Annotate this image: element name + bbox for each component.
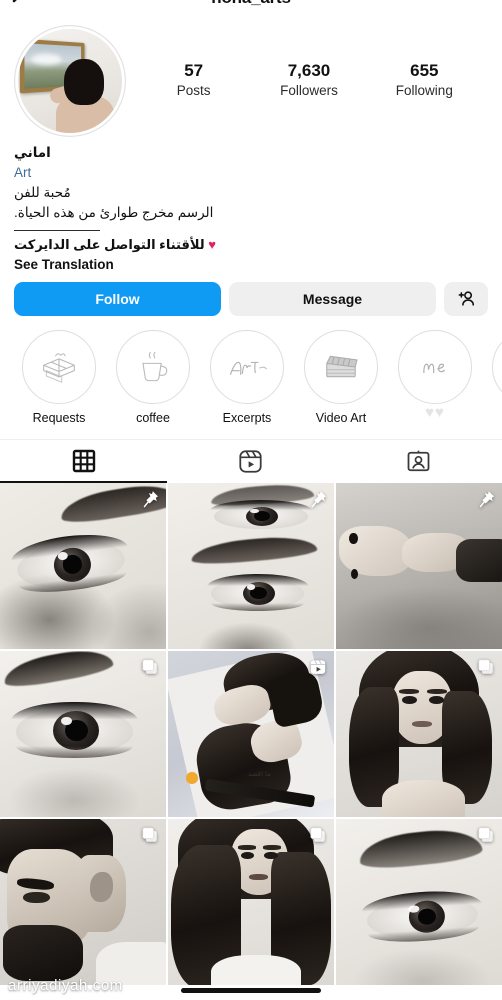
stat-value: 655 xyxy=(410,61,439,81)
carousel-icon xyxy=(477,826,495,844)
stat-label: Posts xyxy=(176,83,211,99)
highlight-partial[interactable] xyxy=(492,329,502,404)
highlight-label: ♥♥ xyxy=(425,403,445,421)
bio-contact-text: للأقتناء التواصل على الدايركت xyxy=(14,237,205,253)
profile-stats: 57 Posts 7,630 Followers 655 Following xyxy=(126,61,488,99)
tab-reels[interactable] xyxy=(167,440,334,483)
stat-label: Following xyxy=(395,83,453,99)
grid-post[interactable] xyxy=(0,650,166,817)
grid-post[interactable]: ما اقصد xyxy=(168,650,334,817)
instagram-profile-screen: noha_arts 57 Posts 7,630 Followers 655 xyxy=(0,0,502,1000)
grid-post[interactable] xyxy=(0,818,166,985)
grid-post[interactable] xyxy=(336,482,502,649)
bio-contact-line: ♥ للأقتناء التواصل على الدايركت xyxy=(14,235,488,255)
tagged-person-icon xyxy=(406,449,431,474)
pin-icon xyxy=(310,490,327,509)
avatar-image xyxy=(18,28,122,133)
avatar[interactable] xyxy=(14,24,126,137)
pin-icon xyxy=(142,490,159,509)
bio-divider xyxy=(14,230,100,232)
posts-grid: ما اقصد xyxy=(0,482,502,985)
carousel-icon xyxy=(309,826,327,844)
see-translation-link[interactable]: See Translation xyxy=(14,257,488,272)
profile-header: 57 Posts 7,630 Followers 655 Following xyxy=(0,16,502,141)
stat-label: Followers xyxy=(280,83,338,99)
grid-post[interactable] xyxy=(168,482,334,649)
highlight-label: Video Art xyxy=(315,410,367,425)
pin-icon xyxy=(478,490,495,509)
grid-post[interactable] xyxy=(0,482,166,649)
carousel-icon xyxy=(477,658,495,676)
heart-icon: ♥ xyxy=(208,237,216,253)
highlight-me[interactable]: ♥♥ xyxy=(398,329,472,422)
grid-post[interactable] xyxy=(336,650,502,817)
highlight-video-art[interactable]: Video Art xyxy=(304,329,378,425)
carousel-icon xyxy=(141,826,159,844)
page-title: noha_arts xyxy=(0,0,502,8)
carousel-icon xyxy=(141,658,159,676)
tab-grid[interactable] xyxy=(0,440,168,483)
story-highlights: Requests coffee Excerpts Video Art ♥♥ xyxy=(0,316,502,425)
message-button[interactable]: Message xyxy=(229,281,436,316)
stat-value: 7,630 xyxy=(287,61,331,81)
follow-button[interactable]: Follow xyxy=(14,281,221,316)
partial-icon xyxy=(492,329,502,404)
stat-value: 57 xyxy=(184,61,204,81)
gift-box-icon xyxy=(22,329,96,404)
me-script-icon xyxy=(398,329,472,404)
reels-icon xyxy=(309,658,327,676)
profile-bio: اماني Art مُحبة للفن الرسم مخرج طوارئ من… xyxy=(0,141,502,272)
bio-category[interactable]: Art xyxy=(14,163,488,183)
highlight-coffee[interactable]: coffee xyxy=(116,329,190,425)
add-user-icon xyxy=(457,289,476,308)
tab-tagged[interactable] xyxy=(335,440,502,483)
bio-line-2: الرسم مخرج طوارئ من هذه الحياة. xyxy=(14,205,214,221)
highlight-requests[interactable]: Requests xyxy=(22,329,96,425)
stat-following[interactable]: 655 Following xyxy=(393,61,455,99)
bio-line-1: مُحبة للفن xyxy=(14,184,71,200)
reels-icon xyxy=(238,449,263,474)
add-user-button[interactable] xyxy=(444,281,488,316)
stat-followers[interactable]: 7,630 Followers xyxy=(278,61,340,99)
top-navigation-bar: noha_arts xyxy=(0,0,502,16)
profile-tabs xyxy=(0,438,502,483)
film-clapper-icon xyxy=(304,329,378,404)
highlight-label: Requests xyxy=(32,410,86,425)
grid-icon xyxy=(72,449,96,473)
grid-post[interactable] xyxy=(336,818,502,985)
stat-posts[interactable]: 57 Posts xyxy=(163,61,225,99)
grid-post[interactable] xyxy=(168,818,334,985)
watermark: arriyadiyah.com xyxy=(8,977,123,994)
coffee-cup-icon xyxy=(116,329,190,404)
highlight-label: coffee xyxy=(136,410,170,425)
bio-display-name: اماني xyxy=(14,145,51,160)
highlight-excerpts[interactable]: Excerpts xyxy=(210,329,284,425)
home-indicator xyxy=(181,988,321,993)
art-script-icon xyxy=(210,329,284,404)
profile-actions: Follow Message xyxy=(0,272,502,316)
highlight-label: Excerpts xyxy=(222,410,272,425)
